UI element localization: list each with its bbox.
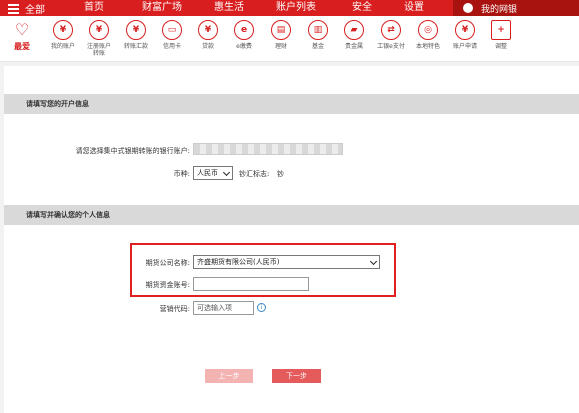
icon-label: 转账汇款 (123, 43, 148, 50)
adjust-icon: + (491, 20, 511, 40)
icon-label: e缴费 (236, 43, 252, 50)
bank-account-label: 请您选择集中式银期转账的银行账户: (75, 147, 190, 155)
menu-icon (8, 4, 19, 14)
form-content: 请填写您的开户信息 请您选择集中式银期转账的银行账户: 币种: 人民币 钞汇标志… (4, 66, 579, 413)
icon-item-precious-metal[interactable]: ▰ 贵金属 (336, 20, 372, 50)
icon-label: 注册账户 转账 (86, 43, 111, 57)
icon-item-icbc-epay[interactable]: ⇄ 工银e支付 (373, 20, 409, 50)
icon-label: 我的账户 (50, 43, 75, 50)
transfer-icon: ¥ (89, 20, 109, 40)
currency-label: 币种: (173, 170, 190, 178)
my-bank-button[interactable]: 我的网银 (453, 0, 579, 16)
apply-icon: ¥ (455, 20, 475, 40)
loan-icon: ¥ (198, 20, 218, 40)
nav-home[interactable]: 首页 (84, 2, 104, 14)
icon-label: 基金 (311, 43, 324, 50)
cash-flag-value: 钞 (277, 170, 284, 178)
icon-label: 账户申请 (452, 43, 477, 50)
yen-icon: ¥ (53, 20, 73, 40)
futures-account-input[interactable] (193, 277, 309, 291)
futures-company-label: 期货公司名称: (145, 259, 190, 267)
credit-card-icon: ▭ (162, 20, 182, 40)
wealth-icon: ▤ (271, 20, 291, 40)
icon-item-adjust[interactable]: + 调整 (483, 20, 519, 50)
section-personal-info-header: 请填写并确认您的个人信息 (4, 205, 579, 225)
futures-account-label: 期货资金账号: (145, 281, 190, 289)
top-navigation: 全部 首页 财富广场 惠生活 账户列表 安全 设置 我的网银 (0, 0, 579, 16)
icon-item-register-transfer[interactable]: ¥ 注册账户 转账 (81, 20, 117, 57)
info-icon[interactable]: i (257, 303, 266, 312)
icon-item-wealth[interactable]: ▤ 理财 (263, 20, 299, 50)
currency-value: 人民币 (197, 169, 218, 177)
all-menu-label: 全部 (25, 5, 45, 16)
e-pay-icon: ⇄ (381, 20, 401, 40)
icon-label: 本地特色 (415, 43, 440, 50)
fund-icon: ▥ (308, 20, 328, 40)
icon-label: 贷款 (201, 43, 214, 50)
nav-wealth-square[interactable]: 财富广场 (142, 2, 182, 14)
all-menu-button[interactable]: 全部 (8, 1, 45, 16)
nav-security[interactable]: 安全 (352, 2, 372, 14)
currency-select[interactable]: 人民币 (193, 166, 233, 180)
heart-icon: ♡ (14, 20, 30, 39)
marketing-code-input[interactable]: 可选输入项 (193, 301, 254, 315)
nav-settings[interactable]: 设置 (404, 2, 424, 14)
money-bag-icon (463, 3, 473, 13)
gold-icon: ▰ (344, 20, 364, 40)
local-icon: ◎ (418, 20, 438, 40)
nav-life[interactable]: 惠生活 (214, 2, 244, 14)
favorites-item[interactable]: ♡ 最爱 (4, 20, 40, 51)
next-step-button[interactable]: 下一步 (272, 369, 321, 383)
futures-company-select[interactable]: 齐盛期货有限公司(人民币) (193, 255, 380, 269)
quick-icon-bar: ♡ 最爱 ¥ 我的账户 ¥ 注册账户 转账 ¥ 转账汇款 ▭ 信用卡 ¥ 贷款 … (0, 16, 579, 62)
icon-label: 工银e支付 (377, 43, 405, 50)
icon-item-fund[interactable]: ▥ 基金 (300, 20, 336, 50)
icon-item-loan[interactable]: ¥ 贷款 (190, 20, 226, 50)
icon-item-my-account[interactable]: ¥ 我的账户 (45, 20, 81, 50)
remit-icon: ¥ (126, 20, 146, 40)
icon-item-account-apply[interactable]: ¥ 账户申请 (447, 20, 483, 50)
my-bank-label: 我的网银 (481, 4, 518, 15)
cash-flag-label: 钞汇标志: (239, 170, 270, 178)
chevron-down-icon (222, 168, 231, 177)
bank-account-field[interactable] (193, 143, 343, 155)
icon-label: 贵金属 (344, 43, 363, 50)
marketing-code-label: 营销代码: (159, 305, 190, 313)
icon-label: 信用卡 (162, 43, 181, 50)
chevron-down-icon (369, 257, 378, 266)
icon-item-epay[interactable]: e e缴费 (226, 20, 262, 50)
icon-item-local[interactable]: ◎ 本地特色 (410, 20, 446, 50)
icon-item-credit-card[interactable]: ▭ 信用卡 (154, 20, 190, 50)
futures-company-value: 齐盛期货有限公司(人民币) (197, 258, 280, 266)
icon-item-remittance[interactable]: ¥ 转账汇款 (118, 20, 154, 50)
icon-label: 调整 (494, 43, 507, 50)
section-open-account-header: 请填写您的开户信息 (4, 94, 579, 114)
epay-icon: e (234, 20, 254, 40)
nav-account-list[interactable]: 账户列表 (276, 2, 316, 14)
prev-step-button[interactable]: 上一步 (205, 369, 253, 383)
favorites-label: 最爱 (14, 42, 30, 51)
icon-label: 理财 (274, 43, 287, 50)
